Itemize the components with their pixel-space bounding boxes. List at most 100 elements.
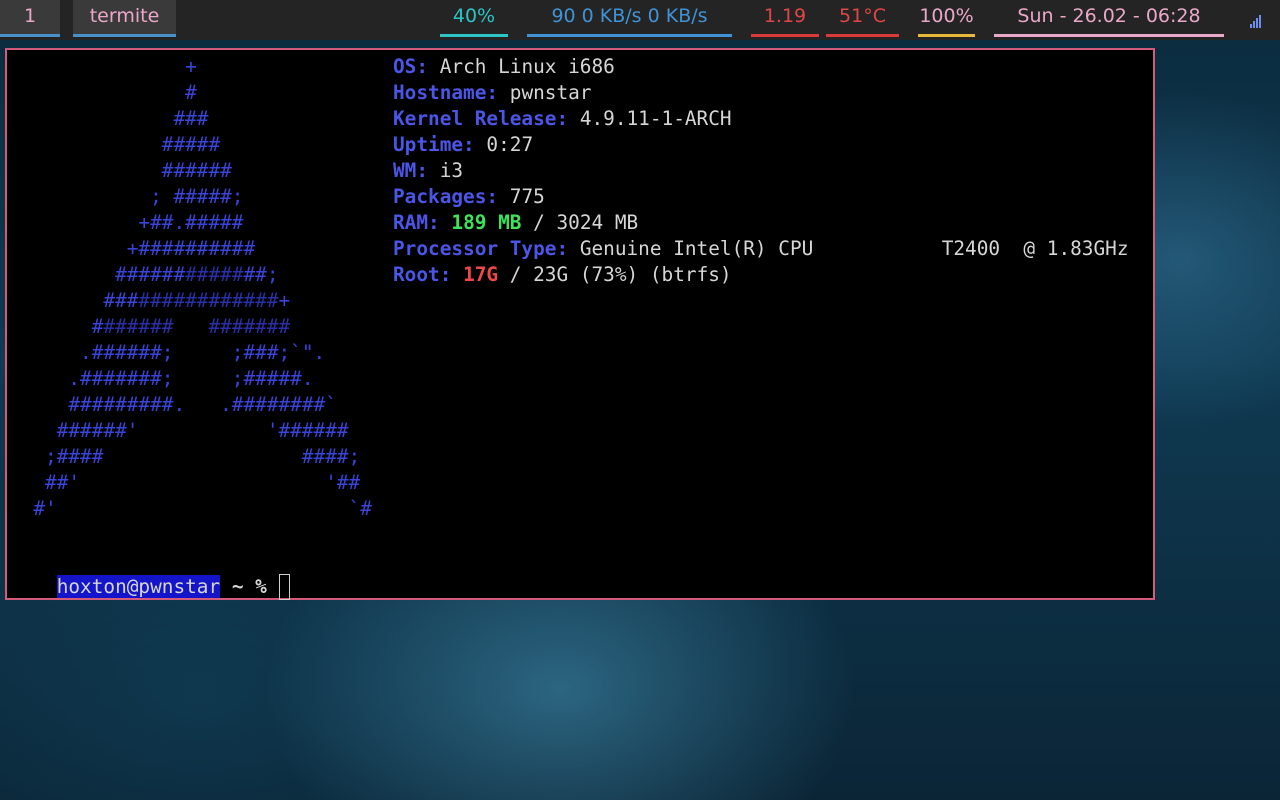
logo-fragment: #####	[185, 263, 244, 286]
logo-line: ##' '##	[10, 470, 360, 496]
logo-fragment: +##.#####	[10, 211, 244, 234]
info-row: Packages: 775	[393, 184, 545, 210]
logo-line: .######; ;###;`".	[10, 340, 325, 366]
network-underline	[527, 34, 732, 37]
clock-text: Sun - 26.02 - 06:28	[1017, 5, 1201, 27]
logo-line: ###############+	[10, 288, 290, 314]
network-speed-text: 90 0 KB/s 0 KB/s	[551, 5, 708, 27]
cpu-underline	[440, 34, 508, 37]
workspace-button[interactable]: 1	[0, 0, 60, 37]
logo-fragment: ##' '##	[10, 471, 361, 494]
window-title: termite	[73, 0, 176, 37]
info-row: RAM: 189 MB / 3024 MB	[393, 210, 638, 236]
logo-fragment: +	[10, 55, 197, 78]
info-value: 4.9.11-1-ARCH	[579, 107, 732, 130]
info-value: i3	[439, 159, 464, 182]
workspace-underline	[0, 34, 60, 37]
logo-fragment: #####	[10, 133, 221, 156]
logo-line: #	[10, 80, 197, 106]
window-title-text: termite	[89, 5, 160, 27]
logo-fragment: ;#### ####;	[10, 445, 361, 468]
info-label: Uptime:	[393, 133, 475, 156]
info-label: Packages:	[393, 185, 499, 208]
clock-underline	[994, 34, 1224, 37]
prompt-user-host: hoxton@pwnstar	[56, 575, 221, 598]
logo-fragment: #	[10, 315, 104, 338]
workspace-number: 1	[23, 5, 37, 27]
logo-line: +	[10, 54, 197, 80]
prompt-symbol: ~ %	[220, 575, 279, 598]
logo-fragment: ; #####;	[10, 185, 244, 208]
info-row: Root: 17G / 23G (73%) (btrfs)	[393, 262, 732, 288]
logo-fragment: ######	[10, 159, 232, 182]
wifi-signal-icon[interactable]	[1250, 12, 1266, 28]
info-label: Kernel Release:	[393, 107, 569, 130]
info-label: Processor Type:	[393, 237, 569, 260]
logo-fragment: ###	[10, 289, 139, 312]
info-row: Kernel Release: 4.9.11-1-ARCH	[393, 106, 732, 132]
info-value: pwnstar	[509, 81, 592, 104]
info-value: / 23G (73%) (btrfs)	[509, 263, 732, 286]
info-label: WM:	[393, 159, 429, 182]
logo-line: #' `#	[10, 496, 372, 522]
logo-line: .#######; ;#####.	[10, 366, 314, 392]
logo-line: ;#### ####;	[10, 444, 360, 470]
logo-fragment: +##########	[10, 237, 256, 260]
logo-fragment: ############	[138, 289, 279, 312]
logo-fragment: +	[278, 289, 291, 312]
status-bar: 1 termite 40% 90 0 KB/s 0 KB/s 1.19 51°C…	[0, 0, 1280, 40]
cpu-usage: 40%	[440, 0, 508, 37]
logo-line: ###	[10, 106, 208, 132]
info-label: Root:	[393, 263, 452, 286]
info-value: 0:27	[486, 133, 534, 156]
logo-fragment: ######	[10, 263, 186, 286]
load-underline	[751, 34, 819, 37]
shell-prompt[interactable]: hoxton@pwnstar ~ %	[10, 548, 290, 626]
logo-fragment: .######; ;###;`".	[10, 341, 326, 364]
battery-underline	[918, 34, 975, 37]
info-highlight: 189 MB	[451, 211, 522, 234]
logo-line: ; #####;	[10, 184, 243, 210]
logo-line: ######	[10, 158, 232, 184]
info-label: OS:	[393, 55, 429, 78]
logo-fragment: #	[10, 81, 197, 104]
logo-line: ####### #######	[10, 314, 290, 340]
info-value: Arch Linux i686	[439, 55, 615, 78]
battery-level-text: 100%	[919, 5, 974, 27]
info-label: Hostname:	[393, 81, 499, 104]
info-value: Genuine Intel(R) CPU T2400 @ 1.83GHz	[579, 237, 1129, 260]
info-value: 775	[509, 185, 545, 208]
logo-fragment: ###	[10, 107, 209, 130]
info-row: Hostname: pwnstar	[393, 80, 592, 106]
cpu-usage-text: 40%	[452, 5, 496, 27]
info-row: Uptime: 0:27	[393, 132, 533, 158]
logo-line: +##########	[10, 236, 255, 262]
logo-fragment: ######' '######	[10, 419, 349, 442]
logo-fragment: ###### #######	[103, 315, 291, 338]
terminal-window[interactable]: + # ### ##### ###### ; #####; +##.##### …	[5, 48, 1155, 600]
logo-fragment: #' `#	[10, 497, 372, 520]
battery-level: 100%	[918, 0, 975, 37]
logo-fragment: #########. .########`	[10, 393, 337, 416]
logo-line: #####	[10, 132, 220, 158]
info-label: RAM:	[393, 211, 440, 234]
info-row: OS: Arch Linux i686	[393, 54, 615, 80]
logo-line: #########. .########`	[10, 392, 337, 418]
logo-line: ######' '######	[10, 418, 349, 444]
network-speed: 90 0 KB/s 0 KB/s	[527, 0, 732, 37]
info-highlight: 17G	[463, 263, 499, 286]
logo-line: #############;	[10, 262, 279, 288]
logo-line: +##.#####	[10, 210, 243, 236]
window-title-underline	[73, 34, 176, 37]
logo-fragment: ##;	[243, 263, 279, 286]
info-value: / 3024 MB	[533, 211, 639, 234]
cpu-temperature: 51°C	[826, 0, 899, 37]
clock: Sun - 26.02 - 06:28	[994, 0, 1224, 37]
logo-fragment: .#######; ;#####.	[10, 367, 314, 390]
info-row: WM: i3	[393, 158, 463, 184]
info-row: Processor Type: Genuine Intel(R) CPU T24…	[393, 236, 1129, 262]
load-average-text: 1.19	[763, 5, 807, 27]
load-average: 1.19	[751, 0, 819, 37]
text-cursor[interactable]	[278, 574, 290, 600]
temperature-underline	[826, 34, 899, 37]
